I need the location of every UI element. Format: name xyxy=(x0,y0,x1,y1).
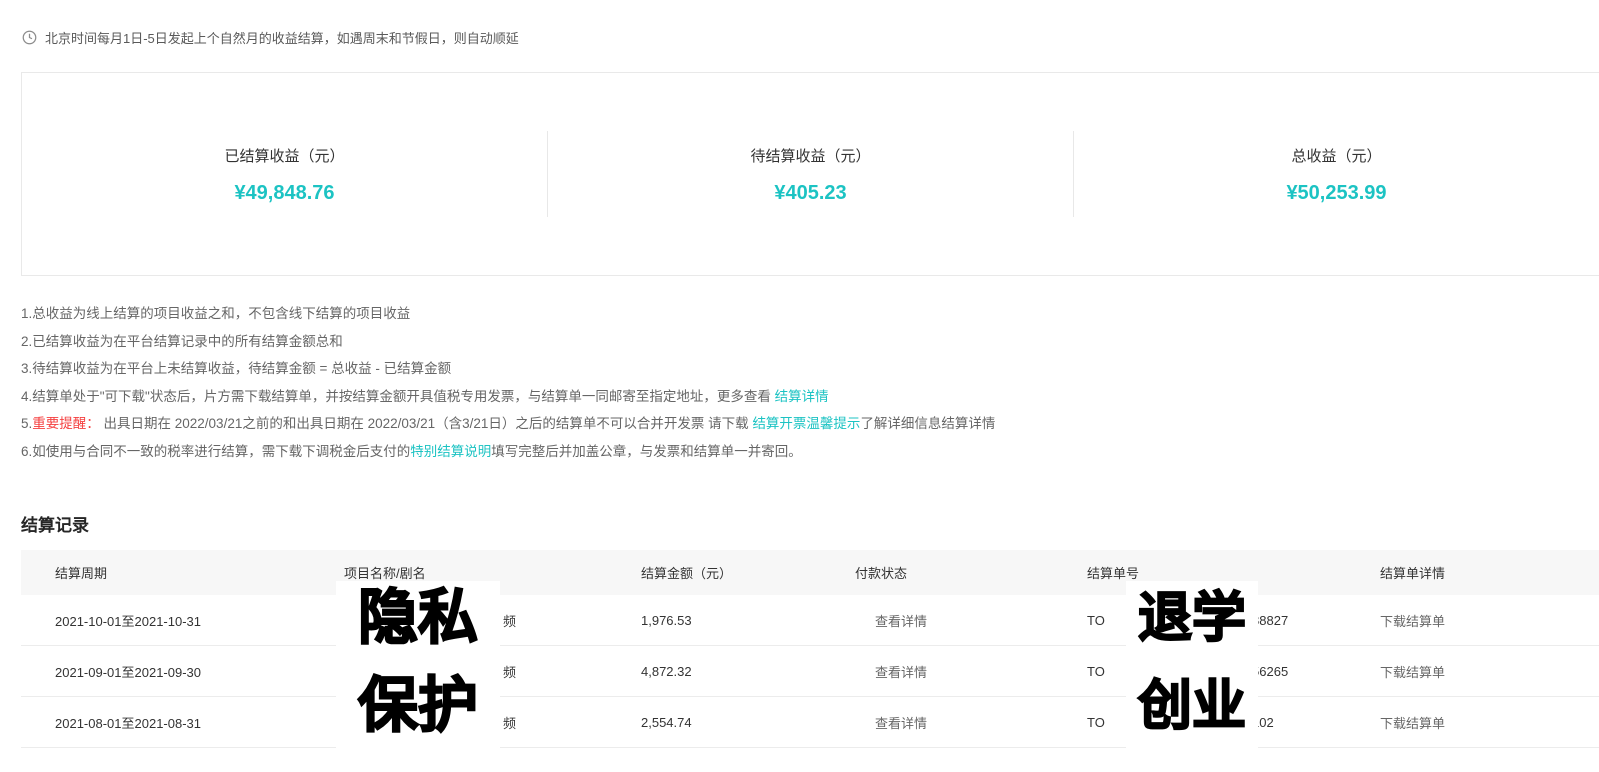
note-text: 填写完整后并加盖公章，与发票和结算单一并寄回。 xyxy=(491,444,802,459)
table-row: 2021-09-01至2021-09-30 频 4,872.32 查看详情 TO… xyxy=(21,646,1599,697)
period-cell: 2021-08-01至2021-08-31 xyxy=(55,713,344,732)
amount-cell: 1,976.53 xyxy=(641,613,855,628)
note-text: 2.已结算收益为在平台结算记录中的所有结算金额总和 xyxy=(21,334,343,349)
pending-revenue-value: ¥405.23 xyxy=(774,182,846,205)
settlement-no-prefix: TO xyxy=(1087,664,1105,679)
header-settlement-detail: 结算单详情 xyxy=(1380,563,1599,582)
detail-cell: 下载结算单 xyxy=(1380,611,1599,630)
records-section-title: 结算记录 xyxy=(21,511,1599,536)
note-line-6: 6.如使用与合同不一致的税率进行结算，需下载下调税金后支付的特别结算说明填写完整… xyxy=(21,438,1599,466)
settlement-no-prefix: TO xyxy=(1087,613,1105,628)
note-line-5: 5.重要提醒： 出具日期在 2022/03/21之前的和出具日期在 2022/0… xyxy=(21,410,1599,438)
note-line-1: 1.总收益为线上结算的项目收益之和，不包含线下结算的项目收益 xyxy=(21,300,1599,328)
settlement-notice: 北京时间每月1日-5日发起上个自然月的收益结算，如遇周末和节假日，则自动顺延 xyxy=(0,0,1599,47)
project-name-visible: 频 xyxy=(503,716,516,731)
total-revenue-label: 总收益（元） xyxy=(1291,145,1381,166)
settlement-page: 北京时间每月1日-5日发起上个自然月的收益结算，如遇周末和节假日，则自动顺延 已… xyxy=(0,0,1599,772)
download-settlement-link[interactable]: 下载结算单 xyxy=(1380,665,1445,680)
payment-status-cell: 查看详情 xyxy=(855,611,1087,630)
header-payment-status: 付款状态 xyxy=(855,563,1087,582)
redaction-word: 退学 xyxy=(1138,589,1246,647)
note-line-3: 3.待结算收益为在平台上未结算收益，待结算金额 = 总收益 - 已结算金额 xyxy=(21,355,1599,383)
total-revenue-stat: 总收益（元） ¥50,253.99 xyxy=(1074,73,1599,275)
note-text: 了解详细信息结算详情 xyxy=(860,416,995,431)
amount-cell: 2,554.74 xyxy=(641,715,855,730)
view-details-link[interactable]: 查看详情 xyxy=(875,716,927,731)
header-amount: 结算金额（元） xyxy=(641,563,855,582)
project-name-visible: 频 xyxy=(503,614,516,629)
notice-text: 北京时间每月1日-5日发起上个自然月的收益结算，如遇周末和节假日，则自动顺延 xyxy=(45,28,519,47)
download-settlement-link[interactable]: 下载结算单 xyxy=(1380,716,1445,731)
total-revenue-value: ¥50,253.99 xyxy=(1286,182,1386,205)
period-cell: 2021-10-01至2021-10-31 xyxy=(55,611,344,630)
settlement-records-table: 结算周期 项目名称/剧名 结算金额（元） 付款状态 结算单号 结算单详情 202… xyxy=(21,550,1599,748)
header-settlement-no: 结算单号 xyxy=(1087,563,1380,582)
note-line-2: 2.已结算收益为在平台结算记录中的所有结算金额总和 xyxy=(21,328,1599,356)
view-details-link[interactable]: 查看详情 xyxy=(875,665,927,680)
note-text: 出具日期在 2022/03/21之前的和出具日期在 2022/03/21（含3/… xyxy=(100,416,753,431)
special-settlement-link[interactable]: 特别结算说明 xyxy=(410,444,491,459)
payment-status-cell: 查看详情 xyxy=(855,662,1087,681)
note-line-4: 4.结算单处于"可下载"状态后，片方需下载结算单，并按结算金额开具值税专用发票，… xyxy=(21,383,1599,411)
settled-revenue-label: 已结算收益（元） xyxy=(224,145,344,166)
note-text: 6.如使用与合同不一致的税率进行结算，需下载下调税金后支付的 xyxy=(21,444,410,459)
revenue-summary-card: 已结算收益（元） ¥49,848.76 待结算收益（元） ¥405.23 总收益… xyxy=(21,72,1599,276)
pending-revenue-stat: 待结算收益（元） ¥405.23 xyxy=(548,73,1073,275)
header-period: 结算周期 xyxy=(55,563,344,582)
settlement-notes: 1.总收益为线上结算的项目收益之和，不包含线下结算的项目收益 2.已结算收益为在… xyxy=(21,300,1599,465)
settlement-detail-link[interactable]: 结算详情 xyxy=(775,389,829,404)
note-text: 4.结算单处于"可下载"状态后，片方需下载结算单，并按结算金额开具值税专用发票，… xyxy=(21,389,775,404)
redaction-overlay-settlement-no: 退学 创业 xyxy=(1126,581,1258,763)
payment-status-cell: 查看详情 xyxy=(855,713,1087,732)
redaction-word: 隐私 xyxy=(358,589,478,647)
amount-cell: 4,872.32 xyxy=(641,664,855,679)
table-row: 2021-08-01至2021-08-31 频 2,554.74 查看详情 TO… xyxy=(21,697,1599,748)
settled-revenue-stat: 已结算收益（元） ¥49,848.76 xyxy=(22,73,547,275)
note-text: 1.总收益为线上结算的项目收益之和，不包含线下结算的项目收益 xyxy=(21,306,410,321)
download-settlement-link[interactable]: 下载结算单 xyxy=(1380,614,1445,629)
important-reminder-label: 重要提醒： xyxy=(32,416,100,431)
pending-revenue-label: 待结算收益（元） xyxy=(750,145,870,166)
settled-revenue-value: ¥49,848.76 xyxy=(234,182,334,205)
view-details-link[interactable]: 查看详情 xyxy=(875,614,927,629)
note-text: 3.待结算收益为在平台上未结算收益，待结算金额 = 总收益 - 已结算金额 xyxy=(21,361,451,376)
period-cell: 2021-09-01至2021-09-30 xyxy=(55,662,344,681)
redaction-overlay-project: 隐私 保护 xyxy=(336,581,500,763)
detail-cell: 下载结算单 xyxy=(1380,662,1599,681)
table-row: 2021-10-01至2021-10-31 频 1,976.53 查看详情 TO… xyxy=(21,595,1599,646)
table-header-row: 结算周期 项目名称/剧名 结算金额（元） 付款状态 结算单号 结算单详情 xyxy=(21,550,1599,595)
redaction-word: 保护 xyxy=(358,677,478,735)
header-project: 项目名称/剧名 xyxy=(344,563,641,582)
detail-cell: 下载结算单 xyxy=(1380,713,1599,732)
redaction-word: 创业 xyxy=(1138,677,1246,735)
settlement-no-prefix: TO xyxy=(1087,715,1105,730)
invoice-tips-link[interactable]: 结算开票温馨提示 xyxy=(752,416,860,431)
clock-icon xyxy=(22,30,37,45)
note-text: 5. xyxy=(21,416,32,431)
project-name-visible: 频 xyxy=(503,665,516,680)
